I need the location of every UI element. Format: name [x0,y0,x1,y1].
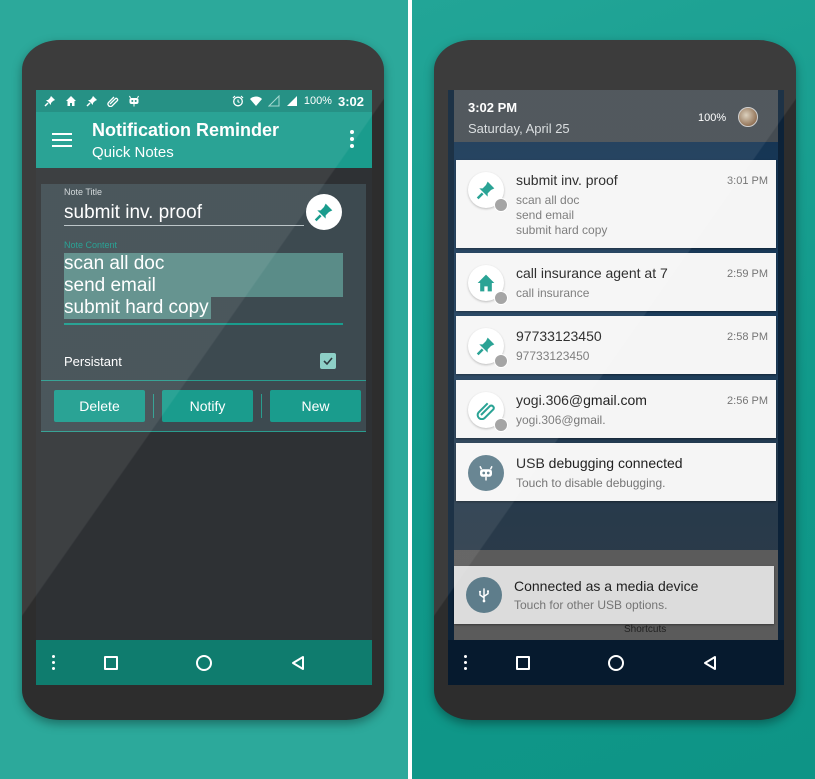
app-title: Notification Reminder [92,119,280,140]
pin-icon [476,181,495,200]
notification-line: 97733123450 [516,349,590,363]
notification-title: call insurance agent at 7 [516,265,668,281]
alarm-icon [232,95,244,107]
note-title-label: Note Title [64,187,103,197]
home-circle-icon[interactable] [608,654,624,671]
pin-icon [476,337,495,356]
avatar[interactable] [738,107,758,127]
navigation-bar [448,640,784,685]
android-debug-icon [129,95,139,107]
home-icon [66,96,76,106]
signal-full-icon [286,96,297,106]
note-title-input[interactable]: submit inv. proof [64,202,304,226]
notification-item[interactable]: Connected as a media device Touch for ot… [454,566,774,624]
status-bar: 100% 3:02 [36,90,372,112]
notification-line: Touch to disable debugging. [516,476,666,490]
notification-title: USB debugging connected [516,455,683,471]
more-vert-icon[interactable] [464,655,467,670]
small-paperclip-badge-icon [494,418,508,432]
notification-time: 2:58 PM [727,331,768,343]
more-vert-icon[interactable] [350,130,354,148]
delete-button[interactable]: Delete [54,390,145,422]
notification-shade: 3:02 PM Saturday, April 25 100% submit i… [448,90,784,685]
more-vert-icon[interactable] [52,655,55,670]
persistent-checkbox[interactable] [320,353,336,369]
notification-item[interactable]: USB debugging connected Touch to disable… [456,443,776,501]
notification-time: 3:01 PM [727,175,768,187]
app-screen: 100% 3:02 Notification Reminder Quick No… [36,90,372,685]
pin-button[interactable] [306,194,342,230]
notification-item[interactable]: call insurance agent at 7 2:59 PM call i… [456,253,776,311]
hamburger-icon[interactable] [52,133,72,147]
small-home-badge-icon [494,291,508,305]
back-icon[interactable] [702,655,718,671]
note-content-label: Note Content [64,240,118,250]
notification-line: yogi.306@gmail. [516,413,606,427]
pin-icon [44,96,55,107]
android-debug-icon [479,465,493,481]
phone-frame-right: 3:02 PM Saturday, April 25 100% submit i… [434,40,796,720]
quick-settings-header[interactable]: 3:02 PM Saturday, April 25 100% [454,90,778,142]
content-line: send email [64,275,343,297]
small-pin-badge-icon [494,198,508,212]
status-time: 3:02 [337,93,364,109]
action-buttons: Delete Notify New [54,390,361,422]
home-circle-icon[interactable] [196,654,212,671]
persistent-label: Persistant [64,354,122,369]
note-content-input[interactable]: scan all doc send email submit hard copy [64,253,343,325]
small-pin-badge-icon [494,354,508,368]
usb-icon [478,588,489,603]
header-time: 3:02 PM [468,100,518,115]
notification-title: Connected as a media device [514,578,699,594]
content-line: scan all doc [64,253,343,275]
shortcuts-label: Shortcuts [624,624,667,635]
phone-frame-left: 100% 3:02 Notification Reminder Quick No… [22,40,384,720]
battery-percent: 100% [303,95,332,107]
notification-title: submit inv. proof [516,172,618,188]
left-panel: 100% 3:02 Notification Reminder Quick No… [0,0,408,779]
header-battery: 100% [698,112,727,124]
notification-icon [468,455,504,491]
home-icon [477,274,495,292]
app-bar: Notification Reminder Quick Notes [36,112,372,168]
right-panel: 3:02 PM Saturday, April 25 100% submit i… [412,0,815,779]
notification-line: scan all doc [516,193,580,207]
check-icon [323,357,333,366]
recents-icon[interactable] [516,655,530,670]
notification-item[interactable]: 97733123450 2:58 PM 97733123450 [456,316,776,374]
content-line: submit hard copy [64,297,211,319]
notification-title: yogi.306@gmail.com [516,392,647,408]
notification-line: submit hard copy [516,223,608,237]
header-date: Saturday, April 25 [468,121,570,136]
pin-icon [314,203,333,222]
notification-line: call insurance [516,286,590,300]
paperclip-icon [476,402,495,420]
notification-time: 2:59 PM [727,268,768,280]
back-icon[interactable] [290,655,306,671]
wifi-icon [249,96,262,106]
new-button[interactable]: New [270,390,361,422]
notification-title: 97733123450 [516,328,602,344]
divider [261,394,262,418]
divider [41,380,366,381]
signal-empty-icon [267,95,280,107]
notification-icon [466,577,502,613]
recents-icon[interactable] [104,655,118,670]
navigation-bar [36,640,372,685]
notification-item[interactable]: submit inv. proof 3:01 PM scan all doc s… [456,160,776,248]
notification-line: Touch for other USB options. [514,598,668,612]
paperclip-icon [107,96,119,107]
pin-icon [86,96,97,107]
notify-button[interactable]: Notify [162,390,253,422]
app-subtitle: Quick Notes [92,143,174,161]
note-editor-card: Note Title submit inv. proof Note Conten… [41,184,366,432]
notification-line: send email [516,208,575,222]
notification-time: 2:56 PM [727,395,768,407]
divider [153,394,154,418]
notification-item[interactable]: yogi.306@gmail.com 2:56 PM yogi.306@gmai… [456,380,776,438]
